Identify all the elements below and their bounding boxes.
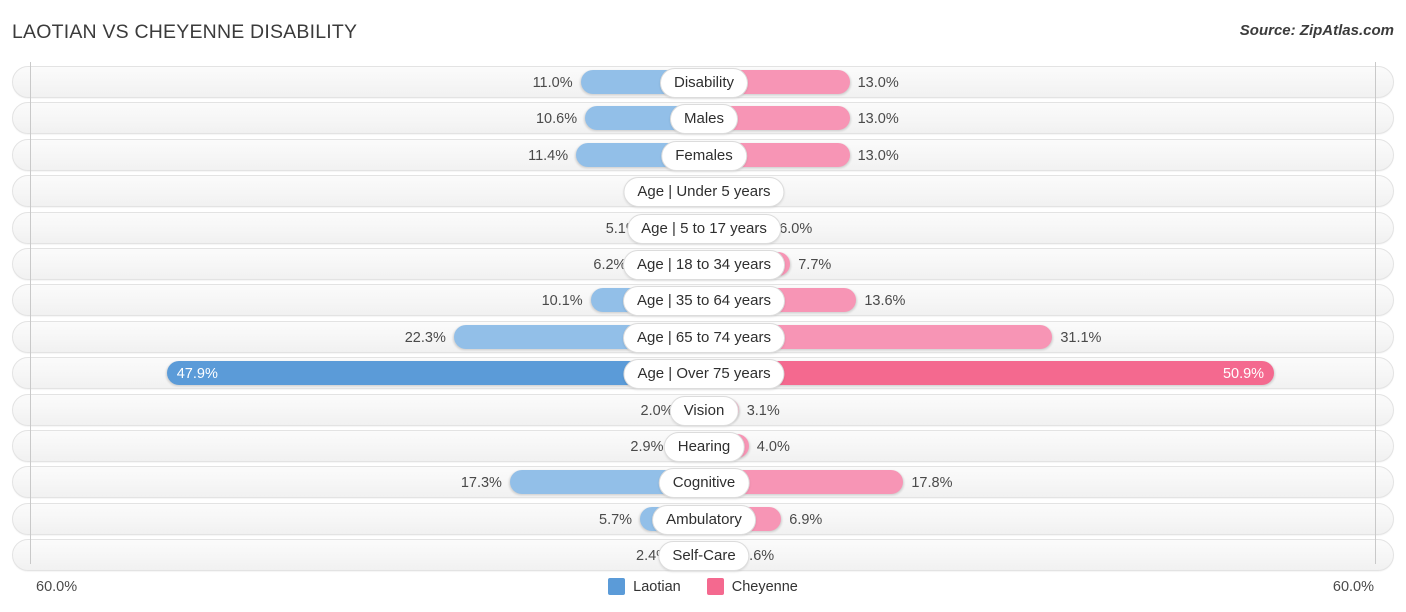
category-label: Age | 35 to 64 years bbox=[623, 286, 785, 317]
value-label-laotian: 11.0% bbox=[532, 75, 573, 91]
table-row: 17.3% 17.8% Cognitive bbox=[12, 466, 1394, 499]
table-row: 2.0% 3.1% Vision bbox=[12, 393, 1394, 426]
category-label: Hearing bbox=[663, 432, 745, 462]
legend-label: Laotian bbox=[633, 578, 681, 595]
value-label-laotian: 47.9% bbox=[176, 366, 218, 383]
page-title: LAOTIAN VS CHEYENNE DISABILITY bbox=[12, 21, 358, 43]
table-row: 10.6% 13.0% Males bbox=[12, 102, 1394, 135]
table-row: 11.0% 13.0% Disability bbox=[12, 66, 1394, 98]
value-label-cheyenne: 7.7% bbox=[798, 257, 832, 273]
category-label: Females bbox=[661, 140, 747, 171]
category-label: Age | 5 to 17 years bbox=[627, 213, 781, 244]
table-row: 10.1% 13.6% Age | 35 to 64 years bbox=[12, 284, 1394, 317]
value-label-laotian: 17.3% bbox=[460, 475, 502, 492]
table-row: 2.9% 4.0% Hearing bbox=[12, 430, 1394, 462]
value-label-cheyenne: 50.9% bbox=[1222, 366, 1265, 383]
axis-line-right bbox=[1375, 62, 1376, 564]
table-row: 5.1% 6.0% Age | 5 to 17 years bbox=[12, 211, 1394, 244]
table-row: 5.7% 6.9% Ambulatory bbox=[12, 502, 1394, 535]
chart-header: LAOTIAN VS CHEYENNE DISABILITY Source: Z… bbox=[0, 0, 1406, 62]
value-label-cheyenne: 6.0% bbox=[779, 220, 813, 237]
value-label-cheyenne: 13.0% bbox=[857, 111, 899, 128]
value-label-cheyenne: 17.8% bbox=[911, 475, 953, 492]
chart-page: LAOTIAN VS CHEYENNE DISABILITY Source: Z… bbox=[0, 0, 1406, 612]
value-label-laotian: 11.4% bbox=[528, 147, 569, 164]
category-label: Age | 65 to 74 years bbox=[623, 322, 785, 353]
value-label-laotian: 10.1% bbox=[541, 293, 583, 310]
legend-swatch-laotian-icon bbox=[608, 578, 626, 595]
value-label-laotian: 5.7% bbox=[599, 511, 633, 528]
value-label-laotian: 22.3% bbox=[404, 329, 446, 346]
table-row: 11.4% 13.0% Females bbox=[12, 138, 1394, 171]
legend-swatch-cheyenne-icon bbox=[706, 578, 724, 595]
value-label-cheyenne: 4.0% bbox=[756, 439, 790, 455]
legend-label: Cheyenne bbox=[731, 578, 798, 595]
category-label: Age | Over 75 years bbox=[623, 359, 785, 390]
category-label: Disability bbox=[659, 68, 749, 98]
category-label: Cognitive bbox=[658, 468, 750, 499]
value-label-cheyenne: 3.1% bbox=[746, 402, 780, 419]
chart-legend: Laotian Cheyenne bbox=[0, 578, 1406, 595]
value-label-cheyenne: 6.9% bbox=[789, 511, 823, 528]
table-row: 6.2% 7.7% Age | 18 to 34 years bbox=[12, 248, 1394, 280]
value-label-laotian: 10.6% bbox=[535, 111, 578, 128]
value-label-laotian: 6.2% bbox=[593, 257, 627, 273]
table-row: 22.3% 31.1% Age | 65 to 74 years bbox=[12, 320, 1394, 353]
category-label: Males bbox=[669, 104, 739, 135]
source-label: Source: ZipAtlas.com bbox=[1239, 22, 1394, 39]
value-label-cheyenne: 13.0% bbox=[857, 147, 899, 164]
value-label-cheyenne: 13.0% bbox=[857, 75, 899, 91]
chart-footer: 60.0% 60.0% Laotian Cheyenne bbox=[0, 570, 1406, 612]
category-label: Vision bbox=[669, 395, 739, 426]
category-label: Age | Under 5 years bbox=[623, 177, 785, 208]
value-label-cheyenne: 13.6% bbox=[864, 293, 906, 310]
axis-line-left bbox=[30, 62, 31, 564]
category-label: Age | 18 to 34 years bbox=[623, 250, 785, 280]
legend-item[interactable]: Cheyenne bbox=[706, 578, 798, 595]
category-label: Ambulatory bbox=[652, 504, 756, 535]
chart-plot-area: 11.0% 13.0% Disability 10.6% 13.0% Males 11.4%… bbox=[0, 62, 1406, 572]
value-label-cheyenne: 31.1% bbox=[1060, 329, 1102, 346]
table-row: 2.4% 2.6% Self-Care bbox=[12, 539, 1394, 572]
legend-item[interactable]: Laotian bbox=[608, 578, 681, 595]
table-row: 47.9% 50.9% Age | Over 75 years bbox=[12, 357, 1394, 390]
value-label-laotian: 2.0% bbox=[640, 402, 674, 419]
table-row: 1.2%1.5%Age | Under 5 years bbox=[12, 175, 1394, 208]
value-label-laotian: 2.9% bbox=[630, 439, 664, 455]
category-label: Self-Care bbox=[658, 541, 750, 572]
